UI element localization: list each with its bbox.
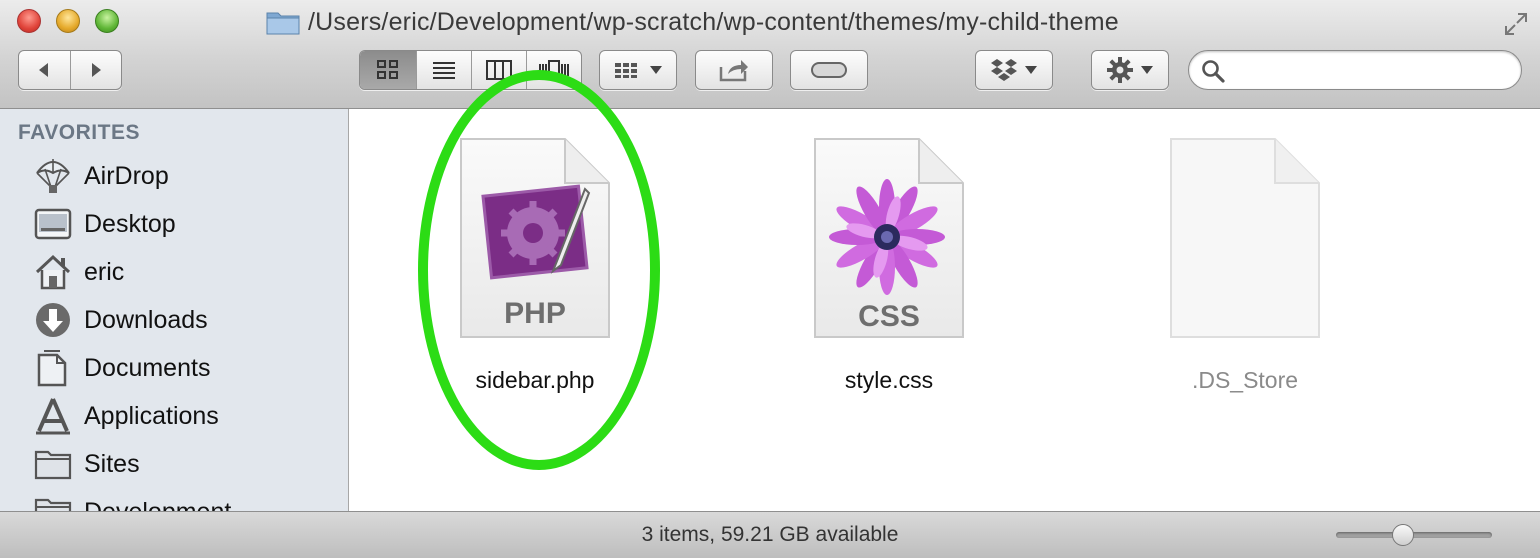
file-name: .DS_Store [1191, 367, 1299, 393]
gear-icon [1107, 57, 1133, 83]
view-mode-control [359, 50, 582, 90]
status-bar: 3 items, 59.21 GB available [0, 511, 1540, 558]
dropbox-button[interactable] [975, 50, 1053, 90]
sidebar-item-applications[interactable]: Applications [0, 393, 348, 439]
sidebar-item-label: Applications [84, 401, 219, 430]
forward-button[interactable] [69, 51, 121, 89]
file-name: style.css [844, 367, 934, 393]
icon-view-icon [377, 60, 398, 79]
arrange-icon [615, 63, 637, 78]
window-path: /Users/eric/Development/wp-scratch/wp-co… [308, 7, 1119, 36]
finder-window: /Users/eric/Development/wp-scratch/wp-co… [0, 0, 1540, 558]
sidebar-item-label: AirDrop [84, 161, 169, 190]
tag-toggle-icon [811, 62, 847, 78]
share-button[interactable] [695, 50, 773, 90]
arrange-button[interactable] [599, 50, 677, 90]
folder-icon [34, 450, 72, 480]
home-icon [35, 254, 71, 290]
sidebar-item-label: Downloads [84, 305, 208, 334]
window-title: /Users/eric/Development/wp-scratch/wp-co… [266, 6, 1119, 38]
folder-icon [34, 498, 72, 511]
chevron-down-icon [650, 66, 662, 74]
sidebar-item-airdrop[interactable]: AirDrop [0, 153, 348, 199]
file-type-badge: PHP [504, 297, 566, 330]
icon-view-button[interactable] [360, 51, 416, 89]
list-view-button[interactable] [416, 51, 471, 89]
sidebar-item-eric[interactable]: eric [0, 249, 348, 295]
css-file-icon: CSS [814, 138, 964, 338]
file-item-ds-store[interactable] [1167, 133, 1323, 343]
forward-arrow-icon [91, 63, 101, 77]
sidebar-item-sites[interactable]: Sites [0, 441, 348, 487]
search-icon [1202, 60, 1225, 83]
chevron-down-icon [1025, 66, 1037, 74]
list-view-icon [433, 62, 455, 79]
search-field[interactable] [1188, 50, 1522, 90]
sidebar-section-header: FAVORITES [18, 121, 140, 144]
documents-icon [37, 350, 67, 387]
file-item-style-css[interactable]: CSS [811, 133, 967, 343]
search-input[interactable] [1233, 57, 1507, 85]
downloads-icon [36, 303, 70, 337]
file-name: sidebar.php [475, 367, 595, 393]
close-window-button[interactable] [17, 9, 41, 33]
airdrop-icon [36, 159, 70, 193]
sidebar-item-development[interactable]: Development [0, 489, 348, 511]
sidebar-item-label: Development [84, 498, 231, 512]
back-button[interactable] [19, 51, 70, 89]
share-icon [719, 60, 748, 82]
php-file-icon: PHP [460, 138, 610, 338]
action-button[interactable] [1091, 50, 1169, 90]
icon-size-slider-knob[interactable] [1392, 524, 1415, 546]
sidebar-item-label: Desktop [84, 209, 176, 238]
column-view-button[interactable] [471, 51, 526, 89]
chevron-down-icon [1141, 66, 1153, 74]
file-browser-content: PHP sidebar.php CSS style.css .DS_Store [349, 109, 1540, 511]
zoom-window-button[interactable] [95, 9, 119, 33]
edit-tags-button[interactable] [790, 50, 868, 90]
fullscreen-icon[interactable] [1502, 10, 1530, 38]
cover-flow-icon [539, 60, 569, 80]
sidebar: FAVORITES AirDrop Desktop eric Downloads… [0, 109, 349, 511]
back-forward-control [18, 50, 122, 90]
back-arrow-icon [39, 63, 49, 77]
file-type-badge: CSS [858, 300, 920, 333]
sidebar-item-desktop[interactable]: Desktop [0, 201, 348, 247]
sidebar-item-downloads[interactable]: Downloads [0, 297, 348, 343]
dropbox-icon [991, 59, 1017, 81]
sidebar-item-label: eric [84, 257, 125, 286]
file-item-sidebar-php[interactable]: PHP [457, 133, 613, 343]
cover-flow-button[interactable] [526, 51, 581, 89]
sidebar-item-documents[interactable]: Documents [0, 345, 348, 391]
sidebar-item-label: Documents [84, 353, 211, 382]
minimize-window-button[interactable] [56, 9, 80, 33]
status-text: 3 items, 59.21 GB available [641, 523, 899, 546]
applications-icon [36, 398, 70, 435]
desktop-icon [34, 208, 72, 240]
folder-icon [266, 12, 300, 35]
column-view-icon [486, 60, 512, 80]
sidebar-item-label: Sites [84, 449, 140, 478]
toolbar: /Users/eric/Development/wp-scratch/wp-co… [0, 0, 1540, 109]
blank-file-icon [1170, 138, 1320, 338]
